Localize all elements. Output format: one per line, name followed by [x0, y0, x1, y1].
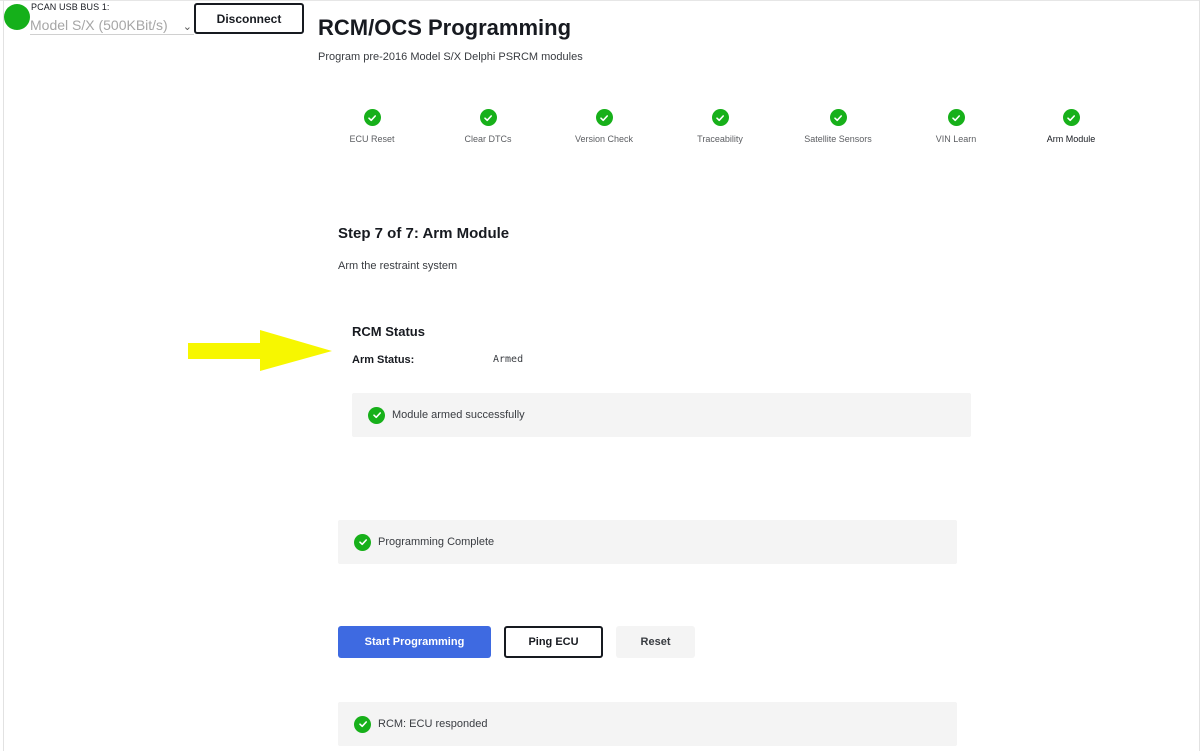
- step-label: Satellite Sensors: [804, 134, 872, 144]
- check-circle-icon: [829, 109, 847, 126]
- step-ecu-reset: ECU Reset: [312, 109, 432, 144]
- arm-status-value: Armed: [493, 354, 524, 365]
- check-circle-icon: [354, 715, 371, 733]
- ping-result-alert: RCM: ECU responded: [338, 702, 957, 746]
- step-label: ECU Reset: [349, 134, 395, 144]
- check-circle-icon: [947, 109, 965, 126]
- step-version-check: Version Check: [544, 109, 664, 144]
- ping-ecu-button[interactable]: Ping ECU: [504, 626, 603, 658]
- page-subtitle: Program pre-2016 Model S/X Delphi PSRCM …: [318, 51, 583, 63]
- connection-status-indicator: [4, 4, 30, 30]
- window-top-border: [0, 0, 1200, 1]
- check-circle-icon: [711, 109, 729, 126]
- bus-select[interactable]: Model S/X (500KBit/s) ⌄: [30, 15, 194, 35]
- start-programming-button[interactable]: Start Programming: [338, 626, 491, 658]
- step-label: Clear DTCs: [464, 134, 512, 144]
- bus-label: PCAN USB BUS 1:: [31, 2, 110, 12]
- page-title: RCM/OCS Programming: [318, 15, 572, 40]
- check-circle-icon: [1062, 109, 1080, 126]
- programming-complete-text: Programming Complete: [378, 536, 495, 548]
- step-description: Arm the restraint system: [338, 260, 458, 272]
- armed-success-text: Module armed successfully: [392, 409, 525, 421]
- step-vin-learn: VIN Learn: [896, 109, 1016, 144]
- check-circle-icon: [354, 533, 371, 551]
- bus-select-value: Model S/X (500KBit/s): [30, 16, 168, 33]
- disconnect-button[interactable]: Disconnect: [194, 3, 304, 34]
- step-label: Arm Module: [1046, 134, 1096, 144]
- step-label: Traceability: [697, 134, 743, 144]
- step-label: Version Check: [574, 134, 634, 144]
- step-clear-dtcs: Clear DTCs: [428, 109, 548, 144]
- step-title: Step 7 of 7: Arm Module: [338, 225, 510, 242]
- chevron-down-icon: ⌄: [182, 20, 192, 33]
- check-circle-icon: [363, 109, 381, 126]
- ping-result-text: RCM: ECU responded: [378, 718, 488, 730]
- step-label: VIN Learn: [935, 134, 977, 144]
- rcm-status-title: RCM Status: [352, 324, 425, 339]
- check-circle-icon: [479, 109, 497, 126]
- step-traceability: Traceability: [660, 109, 780, 144]
- step-satellite-sensors: Satellite Sensors: [778, 109, 898, 144]
- progress-stepper: ECU Reset Clear DTCs Version Check Trace…: [0, 109, 1200, 149]
- check-circle-icon: [595, 109, 613, 126]
- armed-success-alert: Module armed successfully: [352, 393, 971, 437]
- check-circle-icon: [368, 406, 385, 424]
- reset-button[interactable]: Reset: [616, 626, 695, 658]
- arm-status-label: Arm Status:: [352, 354, 415, 366]
- arrow-right-icon: [188, 330, 332, 371]
- step-arm-module: Arm Module: [1011, 109, 1131, 144]
- programming-complete-alert: Programming Complete: [338, 520, 957, 564]
